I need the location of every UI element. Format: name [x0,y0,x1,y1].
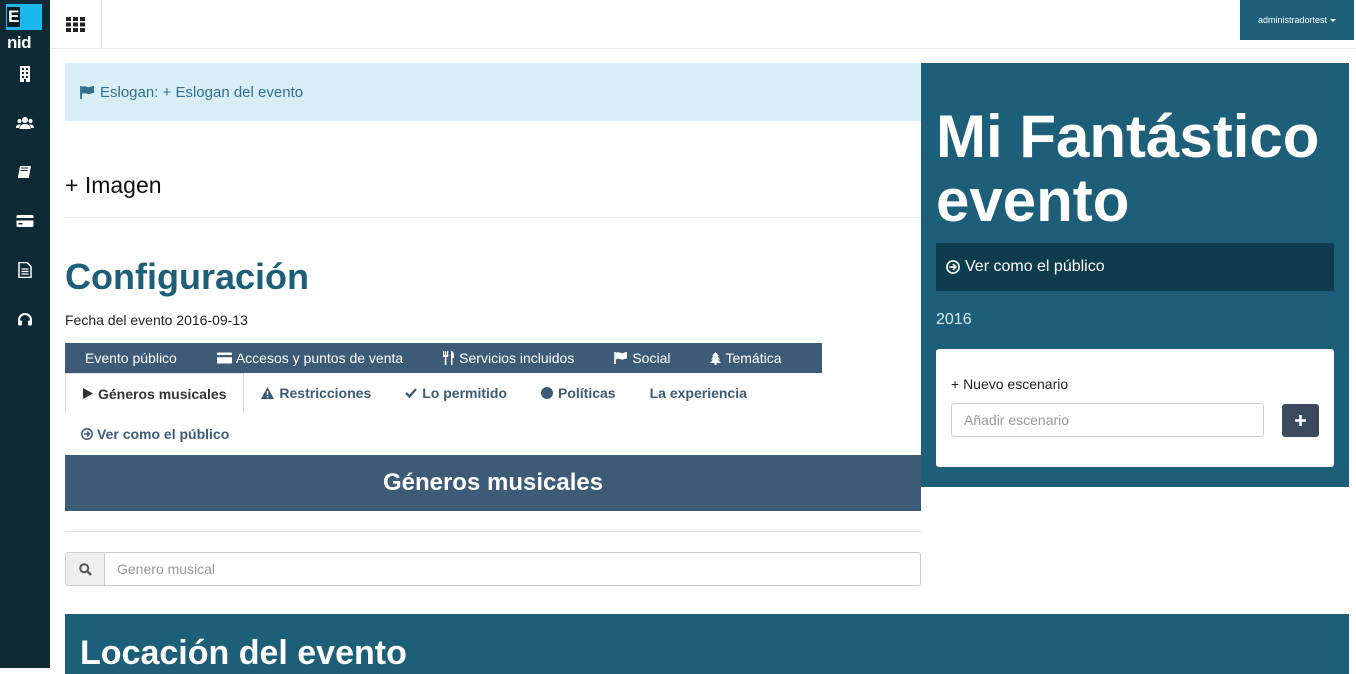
nuevo-escenario-label: + Nuevo escenario [951,376,1069,392]
button-label: Ver como el público [965,258,1105,275]
generos-header: Géneros musicales [65,455,921,511]
tab-label: Servicios incluidos [459,350,575,366]
apps-grid-button[interactable] [50,0,102,48]
ver-como-publico-button[interactable]: Ver como el público [936,243,1334,291]
headphones-icon[interactable] [15,309,35,329]
primary-tabs: Evento público Accesos y puntos de venta… [65,343,822,373]
tab-evento-publico[interactable]: Evento público [65,350,197,366]
caret-down-icon [1330,18,1337,22]
tab-label: Ver como el público [97,426,230,442]
event-year: 2016 [936,311,972,328]
tab-servicios[interactable]: Servicios incluidos [423,350,594,366]
cutlery-icon [443,351,455,365]
arrow-circle-right-icon [946,260,960,274]
tab-social[interactable]: Social [594,350,690,366]
grid-icon [66,16,85,32]
config-title: Configuración [65,256,309,297]
credit-card-icon[interactable] [15,211,35,231]
plus-icon [1295,415,1306,426]
building-icon[interactable] [15,64,35,84]
sidebar: Enid [0,0,50,668]
user-menu-button[interactable]: administradortest [1240,0,1354,40]
flag-icon [80,85,94,99]
divider [65,531,921,532]
tab-label: Temática [725,350,782,366]
add-escenario-button[interactable] [1282,404,1319,437]
circle-icon [541,387,554,399]
event-date: Fecha del evento 2016-09-13 [65,312,248,328]
tab-generos-musicales[interactable]: Géneros musicales [65,373,245,413]
check-icon [405,388,418,398]
genre-search [65,552,921,586]
play-icon [83,388,93,399]
user-name: administradortest [1257,15,1328,25]
logo-letter: E [7,7,20,27]
tab-politicas[interactable]: Políticas [524,373,633,413]
tab-label: La experiencia [649,385,747,401]
tab-ver-como-publico[interactable]: Ver como el público [81,426,229,442]
topbar: administradortest [50,0,1356,49]
tab-label: Géneros musicales [98,385,227,402]
logo-text: nid [7,33,32,52]
file-text-icon[interactable] [15,260,35,280]
location-section: Locación del evento [65,614,1349,674]
search-icon [78,562,92,576]
tab-lo-permitido[interactable]: Lo permitido [388,373,524,413]
tab-label: Accesos y puntos de venta [235,350,404,366]
add-image-link[interactable]: + Imagen [65,172,162,199]
secondary-tabs: Géneros musicales Restricciones Lo permi… [65,373,921,413]
app-logo[interactable]: Enid [6,4,42,52]
tab-label: Social [632,350,671,366]
search-addon [65,552,104,586]
slogan-alert[interactable]: Eslogan: + Eslogan del evento [65,63,921,121]
users-icon[interactable] [15,113,35,133]
slogan-text: Eslogan: + Eslogan del evento [100,83,304,101]
tab-label: Restricciones [279,385,372,401]
tab-label: Políticas [558,385,616,401]
event-title: Mi Fantástico evento [936,103,1320,234]
tab-la-experiencia[interactable]: La experiencia [633,373,764,413]
warning-icon [261,387,275,399]
tab-restricciones[interactable]: Restricciones [244,373,388,413]
genre-search-input[interactable] [104,552,921,586]
book-icon[interactable] [15,162,35,182]
tab-tematica[interactable]: Temática [690,350,801,366]
tree-icon [710,351,722,365]
divider [65,217,921,218]
credit-card-icon [216,352,232,364]
arrow-circle-right-icon [81,428,93,440]
location-title: Locación del evento [80,634,407,672]
tab-label: Evento público [85,350,177,366]
flag-icon [614,352,628,364]
tab-label: Lo permitido [422,385,508,401]
event-panel: Mi Fantástico evento Ver como el público… [921,63,1349,487]
escenario-input[interactable] [951,403,1264,437]
tab-accesos[interactable]: Accesos y puntos de venta [197,350,423,366]
scenario-box: + Nuevo escenario [936,349,1334,467]
